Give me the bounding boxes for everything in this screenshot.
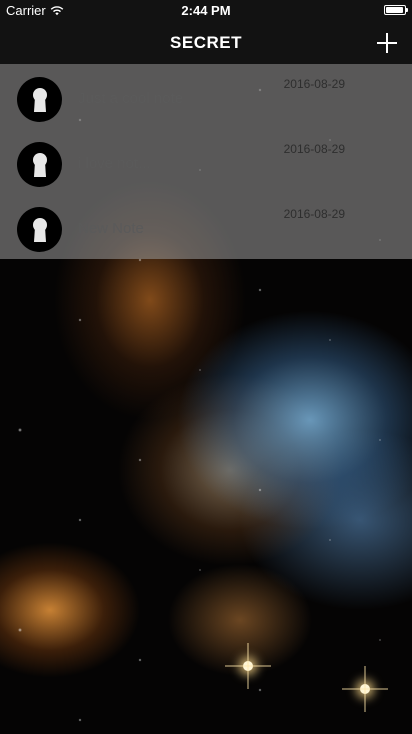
app-screen: Carrier 2:44 PM SECRET Just a cool note … bbox=[0, 0, 412, 734]
keyhole-lock-icon bbox=[17, 77, 62, 122]
note-date: 2016-08-29 bbox=[283, 207, 345, 221]
note-title: Just a cool note bbox=[78, 90, 184, 107]
note-title: New Note bbox=[78, 220, 144, 237]
notes-list: Just a cool note 2016-08-29 i love not..… bbox=[0, 64, 412, 259]
keyhole-lock-icon bbox=[32, 217, 47, 242]
add-note-button[interactable] bbox=[374, 30, 400, 56]
battery-level bbox=[386, 7, 404, 13]
keyhole-lock-icon bbox=[17, 207, 62, 252]
note-date: 2016-08-29 bbox=[283, 142, 345, 156]
keyhole-lock-icon bbox=[17, 142, 62, 187]
battery-nub bbox=[406, 8, 408, 12]
note-row[interactable]: New Note 2016-08-29 bbox=[0, 194, 412, 259]
bright-star bbox=[243, 661, 253, 671]
note-title: i love not... bbox=[78, 155, 151, 172]
keyhole-lock-icon bbox=[32, 87, 47, 112]
clock: 2:44 PM bbox=[181, 3, 231, 18]
status-bar: Carrier 2:44 PM bbox=[0, 0, 412, 22]
page-title: SECRET bbox=[170, 33, 242, 52]
battery-icon bbox=[384, 5, 408, 15]
note-row[interactable]: i love not... 2016-08-29 bbox=[0, 129, 412, 194]
note-date: 2016-08-29 bbox=[283, 77, 345, 91]
navigation-bar: SECRET bbox=[0, 22, 412, 64]
note-row[interactable]: Just a cool note 2016-08-29 bbox=[0, 64, 412, 129]
bright-star bbox=[360, 684, 370, 694]
keyhole-lock-icon bbox=[32, 152, 47, 177]
